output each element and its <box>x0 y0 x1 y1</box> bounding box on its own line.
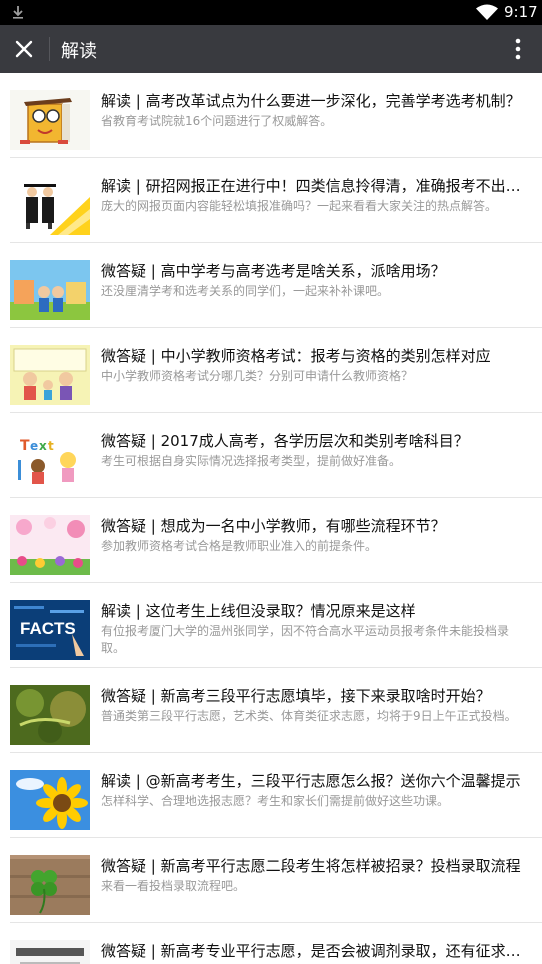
svg-text:e: e <box>30 439 38 453</box>
app-bar-divider <box>49 37 50 61</box>
article-item[interactable]: 微答疑 | 想成为一名中小学教师，有哪些流程环节？ 参加教师资格考试合格是教师职… <box>0 498 542 583</box>
graduates-thumbnail <box>10 175 90 235</box>
more-options-icon[interactable] <box>508 37 528 61</box>
article-title: 解读 | 高考改革试点为什么要进一步深化，完善学考选考机制？ <box>101 92 521 110</box>
article-title: 微答疑 | 新高考平行志愿二段考生将怎样被招录？投档录取流程 <box>101 857 521 875</box>
article-title: 解读 | 这位考生上线但没录取？情况原来是这样 <box>101 602 416 620</box>
article-desc: 来看一看投档录取流程吧。 <box>101 879 246 893</box>
article-desc: 庞大的网报页面内容能轻松填报准确吗？一起来看看大家关注的热点解答。 <box>101 199 498 213</box>
article-item[interactable]: FACTS 解读 | 这位考生上线但没录取？情况原来是这样 有位报考厦门大学的温… <box>0 583 542 668</box>
article-title: 微答疑 | 中小学教师资格考试：报考与资格的类别怎样对应 <box>101 347 491 365</box>
flowers-thumbnail <box>10 515 90 575</box>
svg-text:t: t <box>48 439 54 453</box>
clover-thumbnail <box>10 855 90 915</box>
status-bar: 9:17 <box>0 0 542 25</box>
article-item[interactable]: 微答疑 | 新高考专业平行志愿，是否会被调剂录取，还有征求志愿吗？ <box>0 923 542 964</box>
article-item[interactable]: 微答疑 | 新高考三段平行志愿填毕，接下来录取啥时开始？ 普通类第三段平行志愿，… <box>0 668 542 753</box>
article-desc: 怎样科学、合理地选报志愿？考生和家长们需提前做好这些功课。 <box>101 794 450 808</box>
article-item[interactable]: 微答疑 | 中小学教师资格考试：报考与资格的类别怎样对应 中小学教师资格考试分哪… <box>0 328 542 413</box>
article-title: 微答疑 | 高中学考与高考选考是啥关系，派啥用场？ <box>101 262 446 280</box>
article-desc: 省教育考试院就16个问题进行了权威解答。 <box>101 114 333 128</box>
article-title: 微答疑 | 2017成人高考，各学历层次和类别考啥科目？ <box>101 432 469 450</box>
article-item[interactable]: 解读 | 高考改革试点为什么要进一步深化，完善学考选考机制？ 省教育考试院就16… <box>0 73 542 158</box>
app-bar: 解读 <box>0 25 542 73</box>
article-item[interactable]: 解读 | @新高考考生，三段平行志愿怎么报？送你六个温馨提示 怎样科学、合理地选… <box>0 753 542 838</box>
sunflower-thumbnail <box>10 770 90 830</box>
article-desc: 考生可根据自身实际情况选择报考类型，提前做好准备。 <box>101 454 402 468</box>
svg-text:FACTS: FACTS <box>20 619 76 638</box>
wifi-icon <box>476 4 498 20</box>
article-item[interactable]: 微答疑 | 新高考平行志愿二段考生将怎样被招录？投档录取流程 来看一看投档录取流… <box>0 838 542 923</box>
article-desc: 中小学教师资格考试分哪几类？分别可申请什么教师资格？ <box>101 369 414 383</box>
students-cartoon-thumbnail <box>10 345 90 405</box>
article-title: 微答疑 | 新高考三段平行志愿填毕，接下来录取啥时开始？ <box>101 687 491 705</box>
close-icon[interactable] <box>10 35 38 63</box>
article-desc: 有位报考厦门大学的温州张同学，因不符合高水平运动员报考条件未能投档录取。 <box>101 624 510 655</box>
article-title: 解读 | 研招网报正在进行中！四类信息拎得清，准确报考不出错！ <box>101 177 529 195</box>
article-title: 微答疑 | 想成为一名中小学教师，有哪些流程环节？ <box>101 517 446 535</box>
article-title: 解读 | @新高考考生，三段平行志愿怎么报？送你六个温馨提示 <box>101 772 521 790</box>
page-title: 解读 <box>61 41 97 62</box>
article-item[interactable]: 解读 | 研招网报正在进行中！四类信息拎得清，准确报考不出错！ 庞大的网报页面内… <box>0 158 542 243</box>
school-kids-thumbnail <box>10 260 90 320</box>
article-desc: 参加教师资格考试合格是教师职业准入的前提条件。 <box>101 539 378 553</box>
article-title: 微答疑 | 新高考专业平行志愿，是否会被调剂录取，还有征求志愿吗？ <box>101 942 529 960</box>
svg-text:T: T <box>20 438 30 454</box>
facts-thumbnail: FACTS <box>10 600 90 660</box>
cartoon-book-thumbnail <box>10 90 90 150</box>
svg-text:x: x <box>39 439 47 453</box>
article-item[interactable]: T e x t 微答疑 | 2017成人高考，各学历层次和类别考啥科目？ 考生可… <box>0 413 542 498</box>
document-thumbnail <box>10 940 90 964</box>
article-desc: 普通类第三段平行志愿，艺术类、体育类征求志愿，均将于9日上午正式投档。 <box>101 709 517 723</box>
article-item[interactable]: 微答疑 | 高中学考与高考选考是啥关系，派啥用场？ 还没厘清学考和选考关系的同学… <box>0 243 542 328</box>
download-icon <box>13 6 23 19</box>
green-bokeh-thumbnail <box>10 685 90 745</box>
text-kids-thumbnail: T e x t <box>10 430 90 490</box>
article-desc: 还没厘清学考和选考关系的同学们，一起来补补课吧。 <box>101 284 390 298</box>
status-time: 9:17 <box>504 3 538 21</box>
